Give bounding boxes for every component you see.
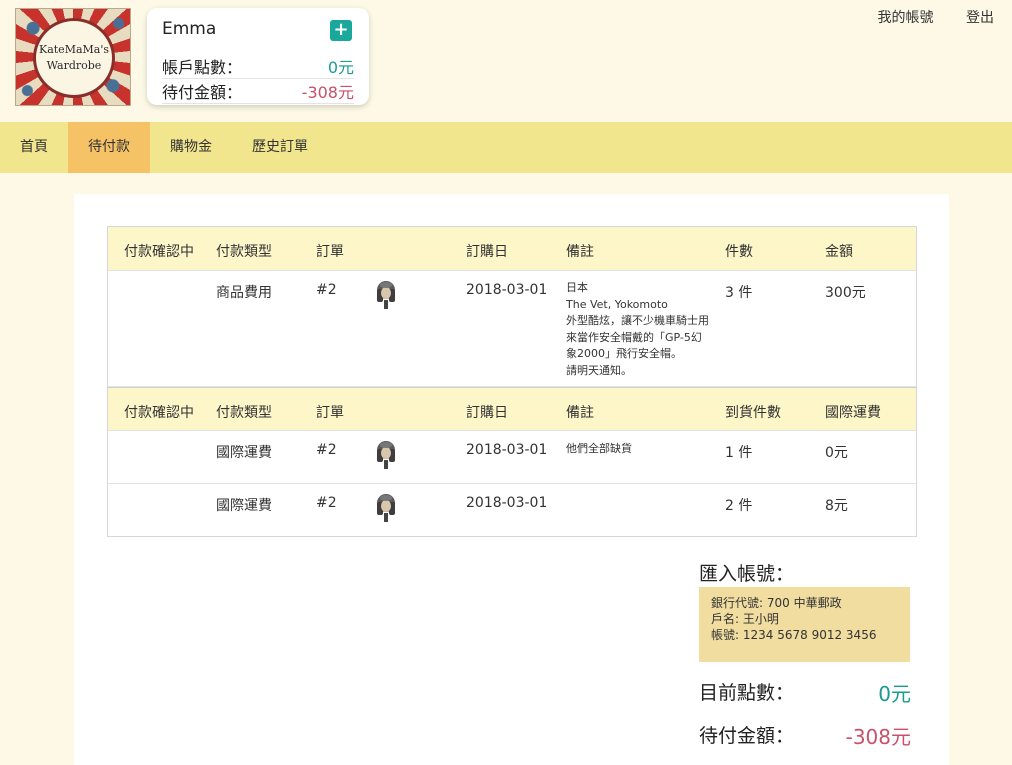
site-logo[interactable]: KateMaMa's Wardrobe xyxy=(15,8,131,106)
helmet-thumbnail[interactable] xyxy=(374,492,398,524)
header-date: 訂購日 xyxy=(466,244,508,260)
bank-account-number: 帳號: 1234 5678 9012 3456 xyxy=(711,628,877,642)
header-type: 付款類型 xyxy=(216,405,272,421)
row-type: 商品費用 xyxy=(216,285,272,301)
row-qty: 1 件 xyxy=(725,445,753,461)
plus-icon[interactable]: + xyxy=(330,20,352,41)
header-date: 訂購日 xyxy=(466,405,508,421)
logout-link[interactable]: 登出 xyxy=(966,10,994,26)
header-status: 付款確認中 xyxy=(124,244,194,260)
row-qty: 3 件 xyxy=(725,285,753,301)
logo-badge: KateMaMa's Wardrobe xyxy=(33,18,115,98)
row-type: 國際運費 xyxy=(216,498,272,514)
account-name: Emma xyxy=(162,19,217,39)
note-line: The Vet, Yokomoto xyxy=(566,297,668,311)
header-order: 訂單 xyxy=(316,405,344,421)
summary-due-label: 待付金額： xyxy=(699,725,795,747)
account-due-row: 待付金額： -308元 xyxy=(162,79,354,104)
payment-table: 付款確認中 付款類型 訂單 訂購日 備註 件數 金額 商品費用 #2 2018-… xyxy=(107,226,917,537)
header-amount: 金額 xyxy=(825,244,853,260)
note-line: 象2000」飛行安全帽。 xyxy=(566,347,682,360)
account-points-label: 帳戶點數： xyxy=(162,58,243,77)
helmet-thumbnail[interactable] xyxy=(374,439,398,471)
nav-order-history[interactable]: 歷史訂單 xyxy=(232,122,328,173)
logo-text-line2: Wardrobe xyxy=(46,59,102,72)
nav-credit[interactable]: 購物金 xyxy=(150,122,232,173)
header-order: 訂單 xyxy=(316,244,344,260)
bank-info-box: 銀行代號: 700 中華郵政 戶名: 王小明 帳號: 1234 5678 901… xyxy=(699,587,910,662)
header-type: 付款類型 xyxy=(216,244,272,260)
row-order[interactable]: #2 xyxy=(316,495,337,511)
row-type: 國際運費 xyxy=(216,445,272,461)
note-line: 日本 xyxy=(566,281,588,294)
account-points-row: 帳戶點數： 0元 xyxy=(162,54,354,79)
row-order[interactable]: #2 xyxy=(316,442,337,458)
nav-pending-payment[interactable]: 待付款 xyxy=(68,122,150,173)
table2-header: 付款確認中 付款類型 訂單 訂購日 備註 到貨件數 國際運費 xyxy=(108,387,916,431)
row-amount: 300元 xyxy=(825,285,866,301)
main-nav: 首頁 待付款 購物金 歷史訂單 xyxy=(0,122,1012,173)
summary-due-value: -308元 xyxy=(845,725,911,749)
row-date: 2018-03-01 xyxy=(466,495,548,511)
header: KateMaMa's Wardrobe Emma + 帳戶點數： 0元 待付金額… xyxy=(0,0,1012,122)
helmet-thumbnail[interactable] xyxy=(374,279,398,311)
row-date: 2018-03-01 xyxy=(466,442,548,458)
logo-text-line1: KateMaMa's xyxy=(38,43,110,56)
bank-code: 銀行代號: 700 中華郵政 xyxy=(711,596,842,610)
nav-home[interactable]: 首頁 xyxy=(0,122,68,173)
header-note: 備註 xyxy=(566,405,594,421)
account-due-value: -308元 xyxy=(301,83,354,102)
summary-due-row: 待付金額： -308元 xyxy=(699,721,911,749)
summary-points-row: 目前點數： 0元 xyxy=(699,678,911,706)
row-note: 他們全部缺貨 xyxy=(566,442,632,455)
row-date: 2018-03-01 xyxy=(466,282,548,298)
header-arrived-qty: 到貨件數 xyxy=(725,405,781,421)
my-account-link[interactable]: 我的帳號 xyxy=(878,10,934,26)
row-note: 日本 The Vet, Yokomoto 外型酷炫，讓不少機車騎士用 來當作安全… xyxy=(566,280,716,379)
table-row: 國際運費 #2 2018-03-01 2 件 8元 xyxy=(108,484,916,536)
bank-account-name: 戶名: 王小明 xyxy=(711,612,779,626)
header-status: 付款確認中 xyxy=(124,405,194,421)
note-line: 外型酷炫，讓不少機車騎士用 xyxy=(566,314,709,327)
account-due-label: 待付金額： xyxy=(162,83,243,102)
table1-header: 付款確認中 付款類型 訂單 訂購日 備註 件數 金額 xyxy=(108,227,916,271)
note-line: 請明天通知。 xyxy=(566,363,632,377)
header-intl-shipping: 國際運費 xyxy=(825,405,881,421)
summary-points-value: 0元 xyxy=(878,682,911,706)
header-qty: 件數 xyxy=(725,244,753,260)
row-order[interactable]: #2 xyxy=(316,282,337,298)
row-qty: 2 件 xyxy=(725,498,753,514)
summary-points-label: 目前點數： xyxy=(699,682,795,704)
table-row: 商品費用 #2 2018-03-01 日本 The Vet, Yokomoto … xyxy=(108,271,916,387)
top-links: 我的帳號 登出 xyxy=(850,7,994,27)
header-note: 備註 xyxy=(566,244,594,260)
table-row: 國際運費 #2 2018-03-01 他們全部缺貨 1 件 0元 xyxy=(108,431,916,484)
bank-title: 匯入帳號： xyxy=(699,563,795,585)
note-line: 來當作安全帽戴的「GP-5幻 xyxy=(566,330,702,344)
row-amount: 0元 xyxy=(825,445,848,461)
account-card: Emma + 帳戶點數： 0元 待付金額： -308元 xyxy=(147,8,369,105)
row-amount: 8元 xyxy=(825,498,848,514)
account-points-value: 0元 xyxy=(327,58,354,77)
